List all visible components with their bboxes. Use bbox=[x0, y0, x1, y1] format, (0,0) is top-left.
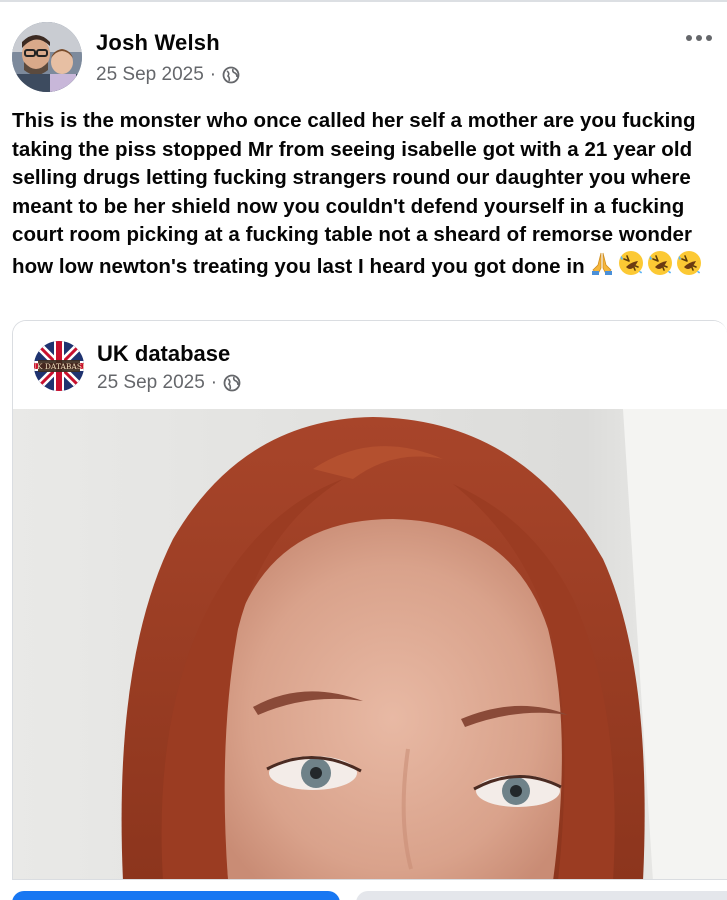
shared-post-photo[interactable] bbox=[13, 409, 727, 879]
post-header: Josh Welsh 25 Sep 2025 · bbox=[12, 22, 715, 92]
post-date[interactable]: 25 Sep 2025 bbox=[96, 64, 204, 86]
more-dot bbox=[706, 35, 712, 41]
shared-post-header: UK DATABASE UK database 25 Sep 2025 · bbox=[13, 321, 727, 409]
meta-separator: · bbox=[209, 64, 217, 85]
shared-post-card[interactable]: UK DATABASE UK database 25 Sep 2025 · bbox=[12, 320, 727, 880]
page-logo[interactable]: UK DATABASE bbox=[34, 341, 84, 391]
more-dot bbox=[686, 35, 692, 41]
rolling-on-floor-laughing-emoji bbox=[676, 250, 702, 276]
page-logo-text: UK DATABASE bbox=[34, 362, 84, 371]
emoji-row bbox=[589, 250, 702, 276]
shared-post-meta: 25 Sep 2025 · bbox=[97, 372, 241, 394]
primary-action-button[interactable] bbox=[12, 891, 340, 900]
rolling-on-floor-laughing-emoji bbox=[647, 250, 673, 276]
post-body: This is the monster who once called her … bbox=[12, 107, 724, 281]
more-options-icon[interactable] bbox=[683, 28, 715, 48]
shared-post-date[interactable]: 25 Sep 2025 bbox=[97, 372, 205, 394]
author-avatar[interactable] bbox=[12, 22, 82, 92]
secondary-action-button[interactable] bbox=[356, 891, 727, 900]
rolling-on-floor-laughing-emoji bbox=[618, 250, 644, 276]
author-name[interactable]: Josh Welsh bbox=[96, 30, 220, 56]
globe-icon bbox=[223, 374, 241, 392]
globe-icon bbox=[222, 66, 240, 84]
more-dot bbox=[696, 35, 702, 41]
post-meta: 25 Sep 2025 · bbox=[96, 64, 240, 86]
page-name[interactable]: UK database bbox=[97, 341, 230, 367]
meta-separator: · bbox=[210, 372, 218, 393]
folded-hands-emoji bbox=[589, 250, 615, 276]
top-divider bbox=[0, 0, 727, 2]
